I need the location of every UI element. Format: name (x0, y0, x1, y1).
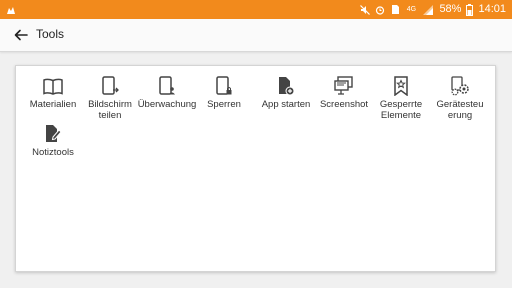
tool-bildschirm-teilen[interactable]: Bildschirm teilen (80, 74, 140, 121)
status-icons: 4G 58% 14:01 (360, 2, 506, 17)
tool-sperren[interactable]: Sperren (194, 74, 254, 110)
note-edit-icon (46, 125, 62, 142)
sim-icon (390, 4, 400, 15)
page-title: Tools (36, 27, 65, 41)
clock: 14:01 (478, 3, 506, 15)
tool-ueberwachung[interactable]: Überwachung (137, 74, 197, 110)
book-icon (43, 78, 63, 95)
tablet-user-icon (159, 76, 175, 95)
tool-label: Gerätesteu erung (436, 99, 484, 121)
back-button[interactable] (10, 25, 32, 45)
device-gear-icon (451, 76, 469, 96)
tool-label: Gesperrte Elemente (379, 99, 423, 121)
tablet-share-icon (102, 76, 119, 95)
screenshot-icon (334, 76, 353, 95)
tool-app-starten[interactable]: App starten (256, 74, 316, 110)
signal-icon (422, 4, 434, 15)
arrow-left-icon (14, 29, 28, 41)
battery-percent: 58% (439, 3, 462, 15)
tool-label: Sperren (207, 99, 241, 110)
tool-materialien[interactable]: Materialien (23, 74, 83, 110)
tool-label: Notiztools (32, 147, 74, 158)
app-bar: Tools (0, 19, 512, 52)
tool-gesperrte-elemente[interactable]: Gesperrte Elemente (371, 74, 431, 121)
network-type-icon: 4G (406, 6, 417, 13)
tool-label: Materialien (29, 99, 77, 110)
tool-screenshot[interactable]: Screenshot (314, 74, 374, 110)
battery-icon (466, 3, 474, 16)
tool-label: Bildschirm teilen (88, 99, 132, 121)
bookmark-star-icon (394, 76, 408, 96)
tablet-lock-icon (216, 76, 232, 95)
file-add-icon (279, 77, 295, 96)
alarm-icon (375, 4, 385, 15)
mute-icon (360, 4, 371, 15)
tool-label: Überwachung (137, 99, 197, 110)
tools-panel: Materialien Bildschirm teilen Überwachun… (15, 65, 496, 272)
tool-geraetesteuerung[interactable]: Gerätesteu erung (430, 74, 490, 121)
tool-notiztools[interactable]: Notiztools (23, 122, 83, 158)
tool-label: Screenshot (319, 99, 369, 110)
tool-label: App starten (261, 99, 311, 110)
status-bar: 4G 58% 14:01 (0, 0, 512, 19)
